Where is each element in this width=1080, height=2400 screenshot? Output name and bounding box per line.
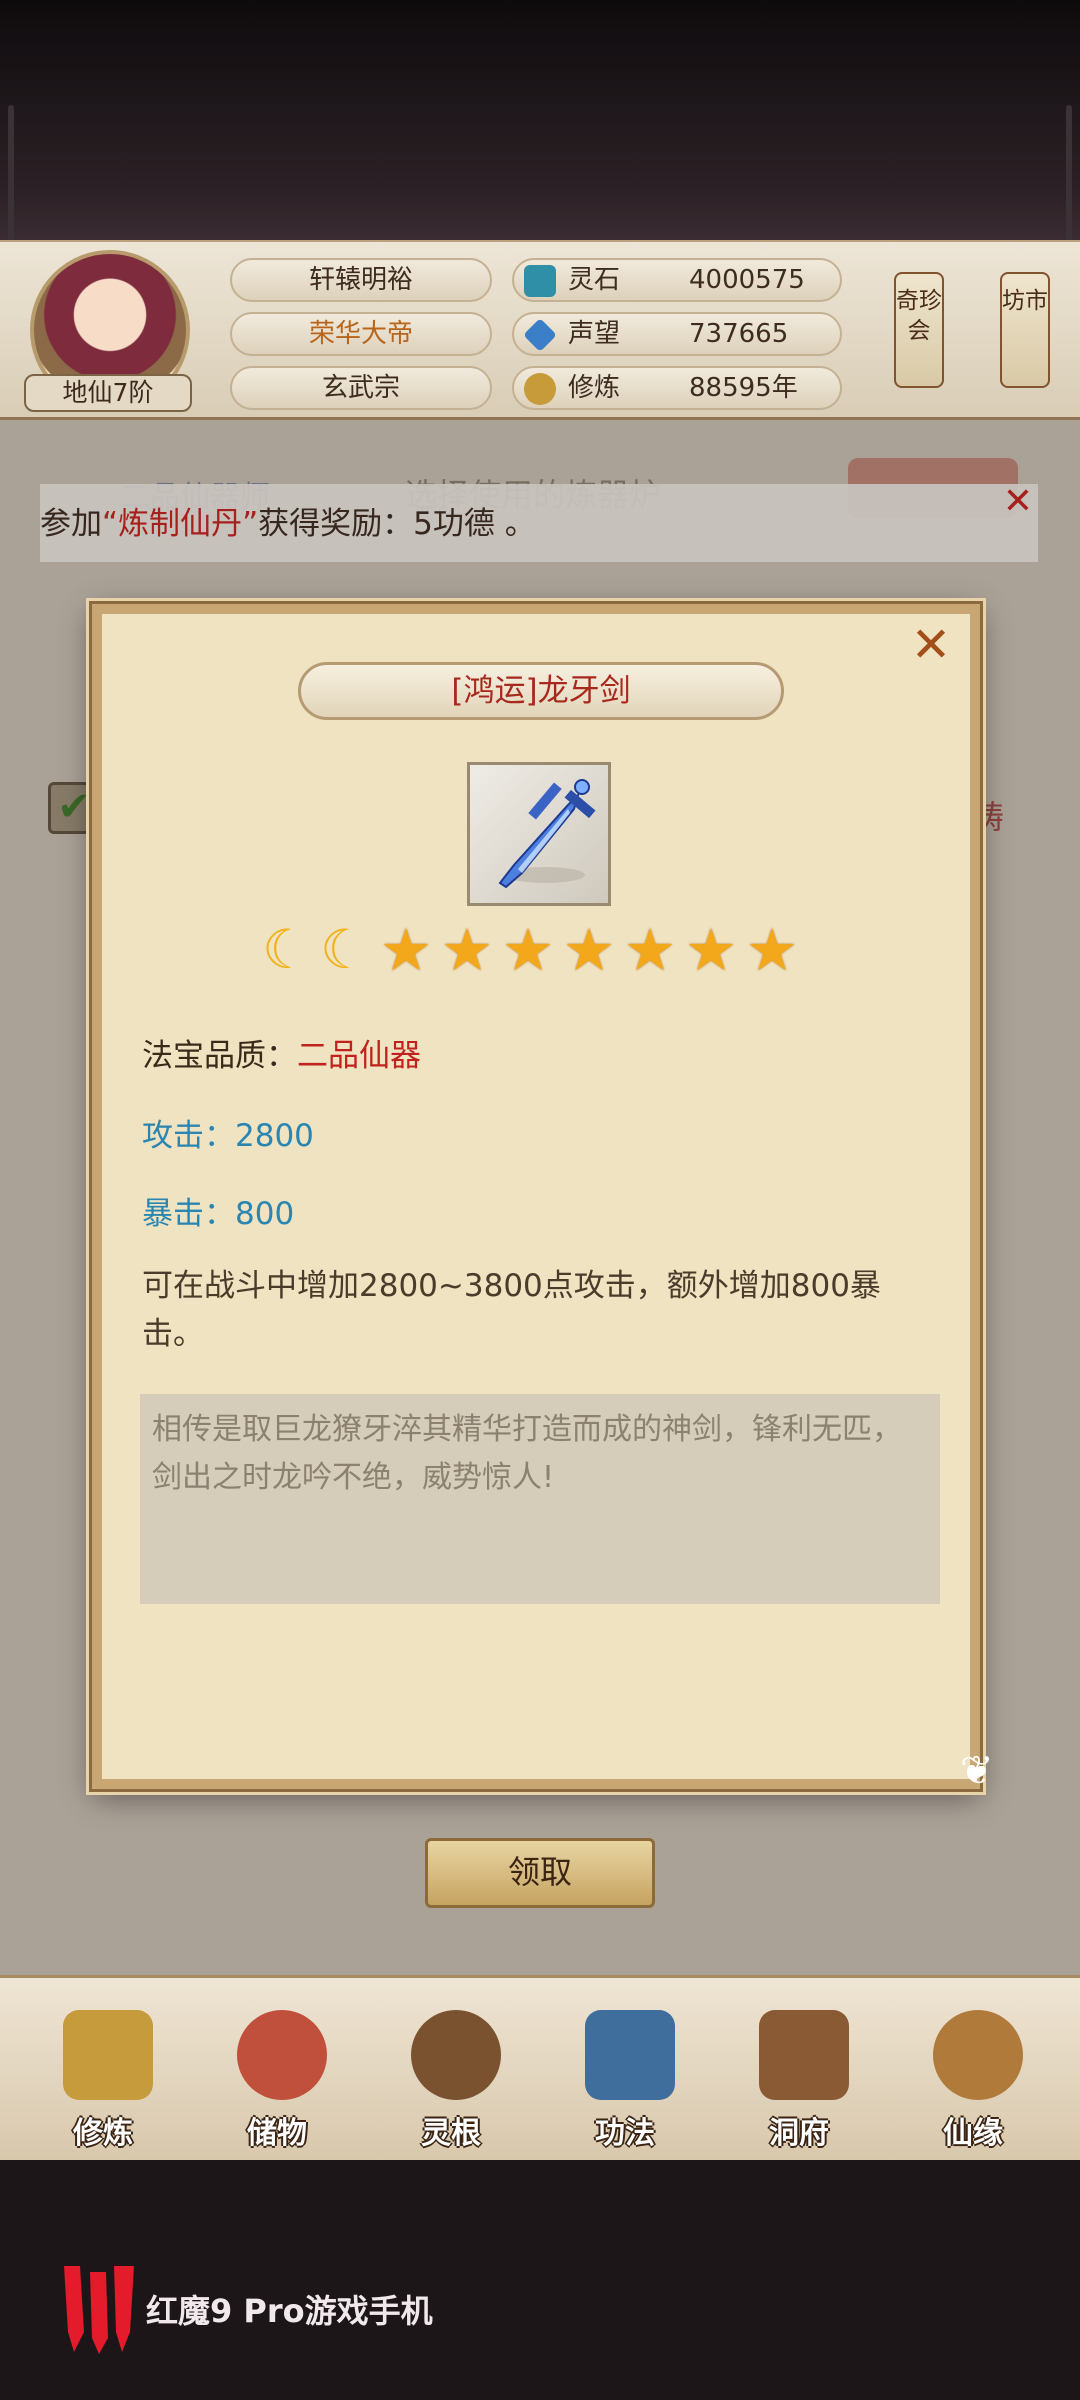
star-icon: ★ [746,916,798,984]
cave-dwelling-icon [759,2010,849,2100]
item-quality: 法宝品质：二品仙器 [142,1038,421,1074]
player-title: 荣华大帝 [230,312,492,356]
red-magic-logo-icon [64,2266,134,2354]
player-sect: 玄武宗 [230,366,492,410]
item-effect-description: 可在战斗中增加2800~3800点攻击，额外增加800暴击。 [142,1268,881,1352]
spirit-stone-counter: 灵石 4000575 [512,258,842,302]
moon-icon: ☾ [320,918,369,981]
immortal-fate-icon [933,2010,1023,2100]
item-crit-stat: 暴击：800 [142,1196,295,1232]
nav-cave-dwelling[interactable]: 洞府 [724,1990,874,2155]
device-brand-bar [0,2160,1080,2400]
top-dark-area [0,0,1080,240]
cultivate-icon [63,2010,153,2100]
technique-book-icon [585,2010,675,2100]
star-icon: ★ [441,916,493,984]
realm-badge: 地仙7阶 [24,374,192,412]
player-name: 轩辕明裕 [230,258,492,302]
item-attack-stat: 攻击：2800 [142,1118,314,1154]
nav-cultivate[interactable]: 修炼 [28,1990,178,2155]
dragon-fang-sword-icon [498,779,596,889]
crane-decoration-icon: ❦ [960,1748,994,1794]
nav-storage[interactable]: 储物 [202,1990,352,2155]
star-icon: ★ [624,916,676,984]
moon-icon: ☾ [262,918,311,981]
claim-button[interactable]: 领取 [425,1838,655,1908]
star-icon: ★ [380,916,432,984]
market-tab[interactable]: 坊市 [1000,272,1050,388]
spirit-stone-icon [524,265,556,297]
item-lore: 相传是取巨龙獠牙淬其精华打造而成的神剑，锋利无匹，剑出之时龙吟不绝，威势惊人! [140,1394,940,1604]
star-icon: ★ [563,916,615,984]
player-header: 地仙7阶 轩辕明裕 荣华大帝 玄武宗 灵石 4000575 声望 737665 … [0,240,1080,420]
treasure-auction-tab[interactable]: 奇珍会 [894,272,944,388]
star-icon: ★ [685,916,737,984]
spirit-root-icon [411,2010,501,2100]
cultivation-counter: 修炼 88595年 [512,366,842,410]
brand-text: 红魔9 Pro游戏手机 [146,2292,433,2330]
star-icon: ★ [502,916,554,984]
nav-spirit-root[interactable]: 灵根 [376,1990,526,2155]
nav-immortal-fate[interactable]: 仙缘 [898,1990,1048,2155]
item-star-rating: ☾ ☾ ★ ★ ★ ★ ★ ★ ★ [262,916,822,984]
nav-technique[interactable]: 功法 [550,1990,700,2155]
item-icon-frame [467,762,611,906]
meditation-icon [524,373,556,405]
prestige-crystal-icon [523,318,557,352]
item-title: [鸿运]龙牙剑 [298,662,784,720]
storage-bag-icon [237,2010,327,2100]
close-icon[interactable]: ✕ [908,621,954,669]
prestige-counter: 声望 737665 [512,312,842,356]
